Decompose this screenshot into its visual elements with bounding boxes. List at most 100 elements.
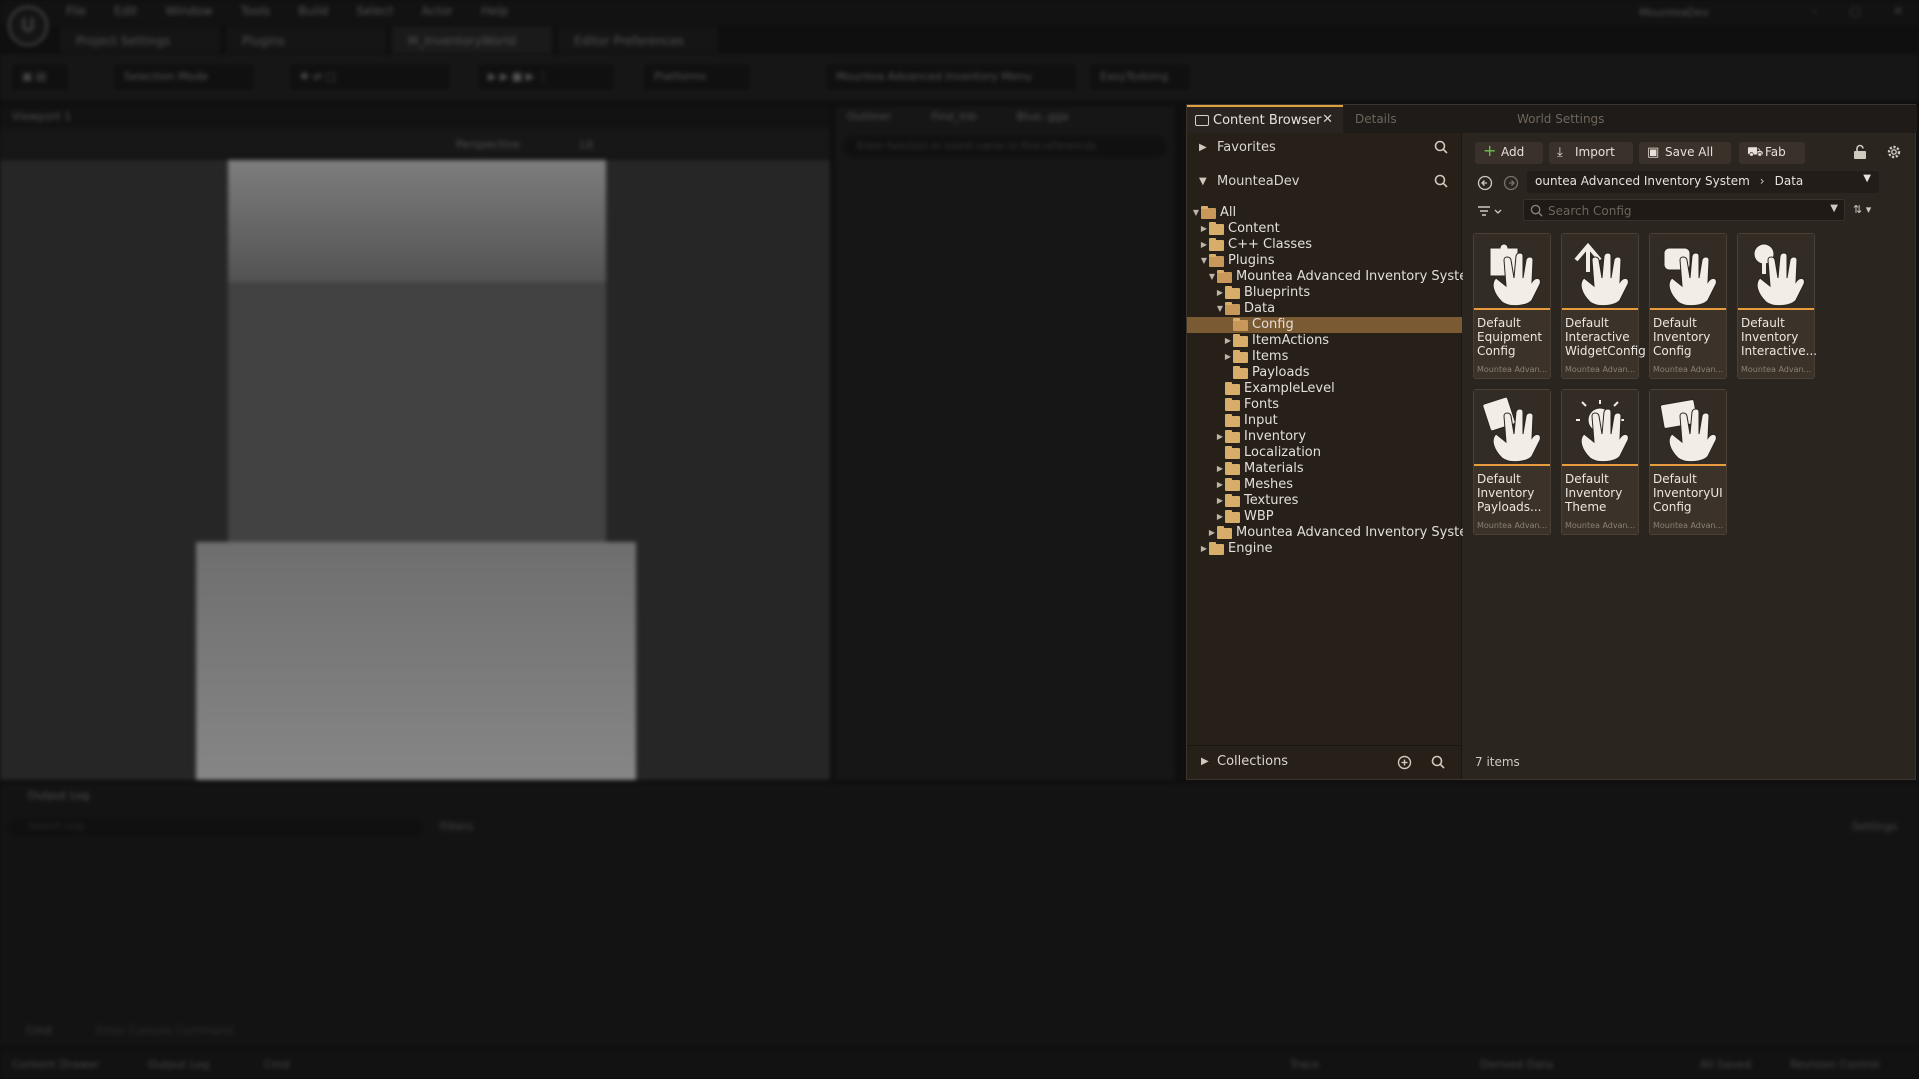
expand-arrow-icon[interactable]: ▶ — [1215, 477, 1225, 493]
play-controls[interactable]: ▶ ▶ ■ ▶ ⋮ — [478, 64, 614, 90]
back-icon[interactable] — [1477, 175, 1493, 191]
tab-details[interactable]: Details — [1355, 112, 1397, 126]
unreal-logo-icon[interactable]: U — [8, 6, 48, 46]
menu-edit[interactable]: Edit — [114, 4, 137, 18]
asset-tile[interactable]: Default Inventory Payloads... Mountea Adv… — [1473, 389, 1551, 535]
search-icon[interactable] — [1434, 140, 1448, 154]
menu-file[interactable]: File — [66, 4, 86, 18]
menu-build[interactable]: Build — [298, 4, 328, 18]
project-header[interactable]: ▼ MounteaDev — [1187, 167, 1462, 197]
search-icon[interactable] — [1434, 174, 1448, 188]
asset-tile[interactable]: Default Inventory Config Mountea Advan... — [1649, 233, 1727, 379]
tree-item[interactable]: ▶ Blueprints — [1187, 285, 1462, 301]
close-icon[interactable]: ✕ — [1322, 112, 1333, 127]
collapse-arrow-icon[interactable]: ▼ — [1207, 269, 1217, 285]
revision-control-button[interactable]: Revision Control — [1790, 1058, 1879, 1071]
expand-arrow-icon[interactable]: ▶ — [1215, 509, 1225, 525]
cmd-dropdown[interactable]: Cmd — [26, 1024, 51, 1037]
fab-button[interactable]: ⛟ Fab — [1739, 142, 1805, 164]
sort-icon[interactable]: ⇅ ▾ — [1853, 203, 1885, 219]
import-button[interactable]: ⤓ Import — [1549, 142, 1633, 164]
search-input[interactable] — [1548, 203, 1818, 218]
tree-item[interactable]: ▼ All — [1187, 205, 1462, 221]
selection-mode-dropdown[interactable]: Selection Mode — [114, 64, 254, 90]
expand-arrow-icon[interactable]: ▶ — [1215, 285, 1225, 301]
tab-blueprint[interactable]: Blue..gga — [1017, 110, 1069, 126]
tree-item[interactable]: ▶ C++ Classes — [1187, 237, 1462, 253]
minimize-icon[interactable]: – — [1812, 4, 1818, 18]
chevron-down-icon[interactable]: ▼ — [1863, 173, 1871, 184]
viewport-tab[interactable]: Viewport 1 — [0, 106, 830, 128]
tree-item[interactable]: ▶ Mountea Advanced Inventory System — [1187, 525, 1480, 541]
tab-project-settings[interactable]: Project Settings — [60, 26, 220, 54]
maximize-icon[interactable]: □ — [1850, 4, 1861, 18]
menu-actor[interactable]: Actor — [421, 4, 453, 18]
gear-icon[interactable] — [1886, 144, 1902, 160]
tree-item[interactable]: ▼ Data — [1187, 301, 1462, 317]
tab-content-browser[interactable]: Content Browser ✕ — [1187, 105, 1343, 133]
all-saved-button[interactable]: All Saved — [1700, 1058, 1751, 1071]
derived-data-button[interactable]: Derived Data — [1480, 1058, 1553, 1071]
breadcrumb-plugin[interactable]: ountea Advanced Inventory System — [1535, 174, 1750, 188]
save-level-button[interactable]: ▣ ▤ — [12, 64, 68, 90]
tree-item[interactable]: ▶ WBP — [1187, 509, 1462, 525]
lock-icon[interactable] — [1853, 144, 1867, 160]
asset-tile[interactable]: Default Inventory Interactive... Mountea … — [1737, 233, 1817, 379]
easy-todo-button[interactable]: EasyTodoing — [1090, 64, 1190, 90]
tree-item[interactable]: ▶ Items — [1187, 349, 1462, 365]
platforms-dropdown[interactable]: Platforms — [644, 64, 750, 90]
tab-find-in-blueprints[interactable]: Find_Inb — [931, 110, 976, 126]
tree-item[interactable]: ▶ Inventory — [1187, 429, 1462, 445]
tab-world-settings[interactable]: World Settings — [1517, 112, 1604, 126]
expand-arrow-icon[interactable]: ▶ — [1199, 541, 1209, 557]
tree-item[interactable]: Input — [1187, 413, 1462, 429]
add-button[interactable]: + Add — [1475, 142, 1543, 164]
output-log-settings[interactable]: Settings — [1852, 820, 1897, 833]
output-log-search[interactable]: Search Log — [8, 818, 424, 836]
output-log-button[interactable]: Output Log — [148, 1058, 209, 1071]
tab-editor-preferences[interactable]: Editor Preferences — [558, 26, 718, 54]
trace-button[interactable]: Trace — [1290, 1058, 1319, 1071]
asset-tile[interactable]: Default Inventory Theme Mountea Advan... — [1561, 389, 1639, 535]
tab-level[interactable]: M_InventoryWorld — [392, 26, 552, 54]
viewport-scene[interactable] — [0, 160, 830, 780]
favorites-header[interactable]: ▶ Favorites — [1187, 133, 1462, 163]
cmd-button[interactable]: Cmd — [264, 1058, 289, 1071]
tree-item[interactable]: ▼ Mountea Advanced Inventory System — [1187, 269, 1480, 285]
tree-item[interactable]: ▶ Engine — [1187, 541, 1462, 557]
tree-item[interactable]: ▶ Textures — [1187, 493, 1462, 509]
output-log-filters[interactable]: Filters — [440, 820, 473, 833]
asset-tile[interactable]: Default Interactive WidgetConfig Mountea … — [1561, 233, 1646, 379]
tree-item[interactable]: ▶ Materials — [1187, 461, 1462, 477]
tree-item[interactable]: ▼ Plugins — [1187, 253, 1462, 269]
expand-arrow-icon[interactable]: ▶ — [1199, 221, 1209, 237]
expand-arrow-icon[interactable]: ▶ — [1223, 349, 1233, 365]
add-actor-group[interactable]: ✚ ⇄ ▢ — [290, 64, 450, 90]
search-icon[interactable] — [1431, 755, 1446, 770]
breadcrumb-data[interactable]: Data — [1775, 174, 1804, 188]
tree-item[interactable]: ▶ Content — [1187, 221, 1462, 237]
menu-tools[interactable]: Tools — [241, 4, 271, 18]
inventory-menu-button[interactable]: Mountea Advanced Inventory Menu — [826, 64, 1076, 90]
menu-select[interactable]: Select — [356, 4, 393, 18]
tree-item[interactable]: Payloads — [1187, 365, 1462, 381]
add-collection-icon[interactable] — [1397, 755, 1412, 770]
tree-item[interactable]: Localization — [1187, 445, 1462, 461]
filter-icon[interactable] — [1477, 205, 1505, 219]
expand-arrow-icon[interactable]: ▶ — [1215, 461, 1225, 477]
asset-tile[interactable]: Default InventoryUI Config Mountea Advan.… — [1649, 389, 1727, 535]
tree-item[interactable]: ▶ Meshes — [1187, 477, 1462, 493]
tab-plugins[interactable]: Plugins — [226, 26, 386, 54]
expand-arrow-icon[interactable]: ▶ — [1215, 493, 1225, 509]
collections-header[interactable]: ▶ Collections — [1187, 745, 1462, 779]
tree-item[interactable]: Config — [1187, 317, 1462, 333]
expand-arrow-icon[interactable]: ▶ — [1223, 333, 1233, 349]
content-drawer-button[interactable]: Content Drawer — [12, 1058, 99, 1071]
tree-item[interactable]: ExampleLevel — [1187, 381, 1462, 397]
perspective-dropdown[interactable]: Perspective — [456, 138, 520, 151]
asset-tile[interactable]: Default Equipment Config Mountea Advan... — [1473, 233, 1551, 379]
menu-window[interactable]: Window — [165, 4, 212, 18]
close-window-icon[interactable]: ✕ — [1893, 4, 1903, 18]
tree-item[interactable]: ▶ ItemActions — [1187, 333, 1462, 349]
collapse-arrow-icon[interactable]: ▼ — [1215, 301, 1225, 317]
